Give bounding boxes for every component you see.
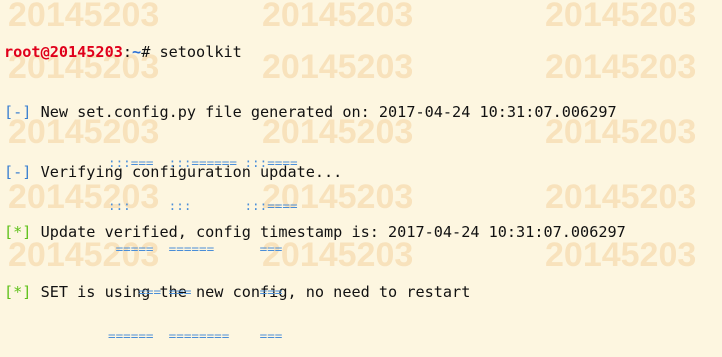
output-text: New set.config.py file generated on: 201… (31, 103, 617, 121)
prompt-path: ~ (132, 43, 142, 61)
prompt-symbol: # (141, 43, 160, 61)
prompt-separator: : (122, 43, 133, 61)
banner-line: === === === (108, 284, 283, 300)
status-tag-success: [*] (4, 223, 32, 241)
status-tag-info: [-] (4, 103, 32, 121)
status-tag-info: [-] (4, 163, 32, 181)
output-line: [-] New set.config.py file generated on:… (4, 102, 722, 122)
prompt-command: setoolkit (159, 43, 242, 61)
banner-line: ::: ::: :::==== (108, 198, 298, 214)
banner-line: ====== ======== === (108, 327, 283, 343)
banner-line: ===== ====== === (108, 241, 283, 257)
prompt-user-host: root@20145203 (4, 43, 123, 61)
status-tag-success: [*] (4, 283, 32, 301)
set-ascii-banner: :::=== :::====== :::==== ::: ::: :::====… (108, 127, 298, 357)
command-prompt-line: root@20145203:~# setoolkit (4, 42, 722, 62)
banner-line: :::=== :::====== :::==== (108, 154, 298, 170)
